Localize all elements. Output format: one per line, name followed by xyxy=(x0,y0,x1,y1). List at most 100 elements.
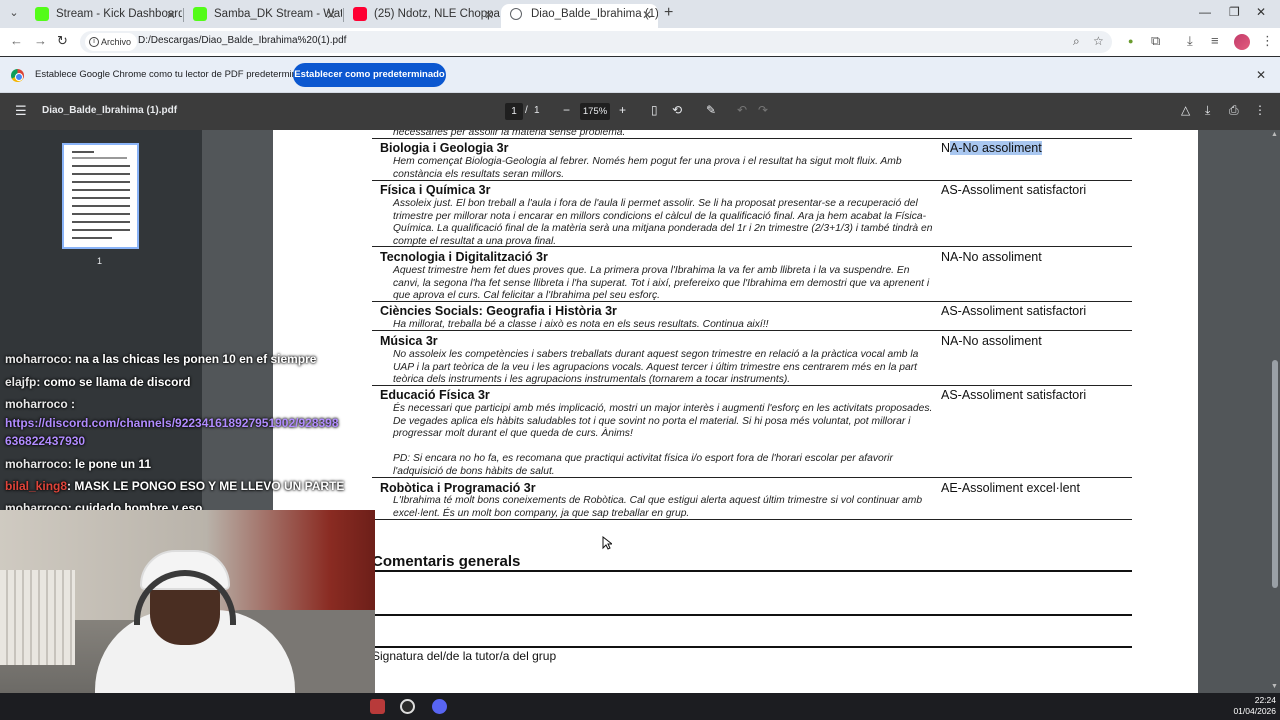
bookmark-star-icon[interactable]: ☆ xyxy=(1093,34,1104,48)
scroll-up-icon[interactable]: ▲ xyxy=(1271,131,1278,138)
chrome-logo-icon xyxy=(11,69,24,82)
tab-samba-stream[interactable]: Samba_DK Stream - Watch Live ✕ xyxy=(184,4,342,28)
subject-name: Tecnologia i Digitalització 3r xyxy=(380,250,548,264)
subject-grade: AS-Assoliment satisfactori xyxy=(941,304,1087,318)
minimize-icon[interactable]: — xyxy=(1199,5,1211,19)
fit-page-icon[interactable]: ▯ xyxy=(651,103,658,117)
zoom-in-icon[interactable]: + xyxy=(619,103,626,117)
chat-text: : na a las chicas les ponen 10 en ef sie… xyxy=(67,352,317,366)
chat-username: moharroco xyxy=(5,397,68,411)
subject-comment-postscript: PD: Si encara no ho fa, es recomana que … xyxy=(393,453,893,477)
downloads-icon[interactable]: ⤓ xyxy=(1187,33,1193,49)
row-divider xyxy=(372,180,1132,181)
close-tab-icon[interactable]: ✕ xyxy=(326,5,336,25)
tab-title: Samba_DK Stream - Watch Live xyxy=(214,8,342,20)
thumbnail-page-number: 1 xyxy=(97,256,103,266)
download-icon[interactable]: ⤓ xyxy=(1205,103,1210,118)
more-options-icon[interactable]: ⋮ xyxy=(1254,103,1266,117)
zoom-level-input[interactable]: 175% xyxy=(580,103,610,120)
chat-link: 636822437930 xyxy=(5,434,85,448)
chat-message: moharroco: le pone un 11 xyxy=(5,457,151,471)
tab-title: (25) Ndotz, NLE Choppa - WAT xyxy=(374,8,500,20)
chip-label: Archivo xyxy=(101,37,132,47)
close-tab-icon[interactable]: ✕ xyxy=(166,5,176,25)
print-icon[interactable]: ⎙ xyxy=(1229,103,1239,118)
hamburger-menu-icon[interactable]: ☰ xyxy=(15,103,27,119)
mouse-cursor-icon xyxy=(602,536,612,550)
chat-username: moharroco xyxy=(5,352,68,366)
annotate-pen-icon[interactable]: ✎ xyxy=(706,103,716,117)
undo-icon[interactable]: ↶ xyxy=(737,103,747,117)
pdf-toolbar: ☰ Diao_Balde_Ibrahima (1).pdf 1 / 1 − 17… xyxy=(0,93,1280,130)
chat-text: : MASK LE PONGO ESO Y ME LLEVO UN PARTE xyxy=(67,479,345,493)
subject-grade: NA-No assoliment xyxy=(941,141,1042,155)
pdf-filename: Diao_Balde_Ibrahima (1).pdf xyxy=(42,105,178,116)
discord-taskbar-icon[interactable] xyxy=(432,699,447,714)
kick-favicon-icon xyxy=(193,7,207,21)
pdf-page: necessaries per assolir la matèria sense… xyxy=(273,130,1198,693)
row-divider xyxy=(372,246,1132,247)
general-comments-heading: Comentaris generals xyxy=(372,553,521,570)
extensions-puzzle-icon[interactable]: ⧉ xyxy=(1151,33,1160,49)
subject-comment: Aquest trimestre hem fet dues proves que… xyxy=(393,265,930,301)
page-separator: / xyxy=(525,105,528,116)
new-tab-icon[interactable]: + xyxy=(664,4,673,22)
restore-icon[interactable]: ❐ xyxy=(1229,5,1240,19)
subject-name: Música 3r xyxy=(380,334,438,348)
section-divider xyxy=(372,570,1132,572)
tab-pdf[interactable]: Diao_Balde_Ibrahima (1).pdf ✕ xyxy=(501,4,658,28)
profile-avatar[interactable] xyxy=(1234,34,1250,50)
clock-time: 22:24 xyxy=(1254,695,1276,705)
extension-dot-icon[interactable]: ● xyxy=(1128,36,1133,46)
subject-name: Física i Química 3r xyxy=(380,183,491,197)
reload-icon[interactable]: ↻ xyxy=(57,33,68,49)
selected-grade-text: A-No assoliment xyxy=(950,141,1042,155)
default-pdf-infobar: Establece Google Chrome como tu lector d… xyxy=(0,57,1280,93)
close-tab-icon[interactable]: ✕ xyxy=(642,5,652,25)
back-icon[interactable]: ← xyxy=(10,33,23,48)
rotate-icon[interactable]: ⟲ xyxy=(672,103,682,117)
obs-taskbar-icon[interactable] xyxy=(400,699,415,714)
tab-youtube[interactable]: (25) Ndotz, NLE Choppa - WAT ✕ xyxy=(344,4,500,28)
chrome-menu-icon[interactable]: ⋮ xyxy=(1261,33,1274,49)
info-icon: i xyxy=(89,37,99,47)
tab-kick-dashboard[interactable]: Stream - Kick Dashboard ✕ xyxy=(26,4,182,28)
subject-name: Robòtica i Programació 3r xyxy=(380,481,536,495)
subject-name: Biologia i Geologia 3r xyxy=(380,141,509,155)
tutor-signature-label: Signatura del/de la tutor/a del grup xyxy=(372,649,557,663)
page-thumbnail[interactable] xyxy=(62,143,139,249)
forward-icon[interactable]: → xyxy=(34,33,47,48)
subject-comment: És necessari que participi amb més impli… xyxy=(393,403,933,439)
clock-date: 01/04/2026 xyxy=(1233,706,1276,716)
youtube-favicon-icon xyxy=(353,7,367,21)
scroll-down-icon[interactable]: ▼ xyxy=(1271,683,1278,690)
taskbar-clock[interactable]: 22:24 01/04/2026 xyxy=(1228,695,1276,717)
infobar-message: Establece Google Chrome como tu lector d… xyxy=(35,69,313,80)
chat-username: bilal_king8 xyxy=(5,479,68,493)
chat-link: https://discord.com/channels/92234161892… xyxy=(5,416,339,430)
site-info-chip[interactable]: i Archivo xyxy=(85,33,138,51)
subject-comment: Assoleix just. El bon treball a l'aula i… xyxy=(393,198,933,247)
zoom-out-icon[interactable]: − xyxy=(563,103,570,117)
window-close-icon[interactable]: ✕ xyxy=(1256,5,1266,19)
set-default-button[interactable]: Establecer como predeterminado xyxy=(293,63,446,87)
chat-username: moharroco xyxy=(5,457,68,471)
webcam-radiator xyxy=(0,570,75,665)
tab-strip: ⌄ Stream - Kick Dashboard ✕ Samba_DK Str… xyxy=(0,0,1280,28)
media-control-icon[interactable]: ≡ xyxy=(1211,33,1219,48)
infobar-close-icon[interactable]: ✕ xyxy=(1256,68,1266,82)
tab-title: Stream - Kick Dashboard xyxy=(56,8,182,20)
close-tab-icon[interactable]: ✕ xyxy=(484,5,494,25)
scrollbar-thumb[interactable] xyxy=(1272,360,1278,588)
tab-search-chevron-icon[interactable]: ⌄ xyxy=(6,5,22,21)
chat-message: bilal_king8: MASK LE PONGO ESO Y ME LLEV… xyxy=(5,479,344,493)
address-bar[interactable]: i Archivo D:/Descargas/Diao_Balde_Ibrahi… xyxy=(80,31,1112,53)
redo-icon[interactable]: ↷ xyxy=(758,103,768,117)
tab-title: Diao_Balde_Ibrahima (1).pdf xyxy=(531,8,658,20)
taskbar-app-icon[interactable] xyxy=(370,699,385,714)
url-text[interactable]: D:/Descargas/Diao_Balde_Ibrahima%20(1).p… xyxy=(138,35,346,46)
drive-save-icon[interactable]: △ xyxy=(1181,103,1190,117)
row-divider xyxy=(372,138,1132,139)
page-number-input[interactable]: 1 xyxy=(505,103,523,120)
zoom-icon[interactable]: ⌕ xyxy=(1073,34,1080,49)
